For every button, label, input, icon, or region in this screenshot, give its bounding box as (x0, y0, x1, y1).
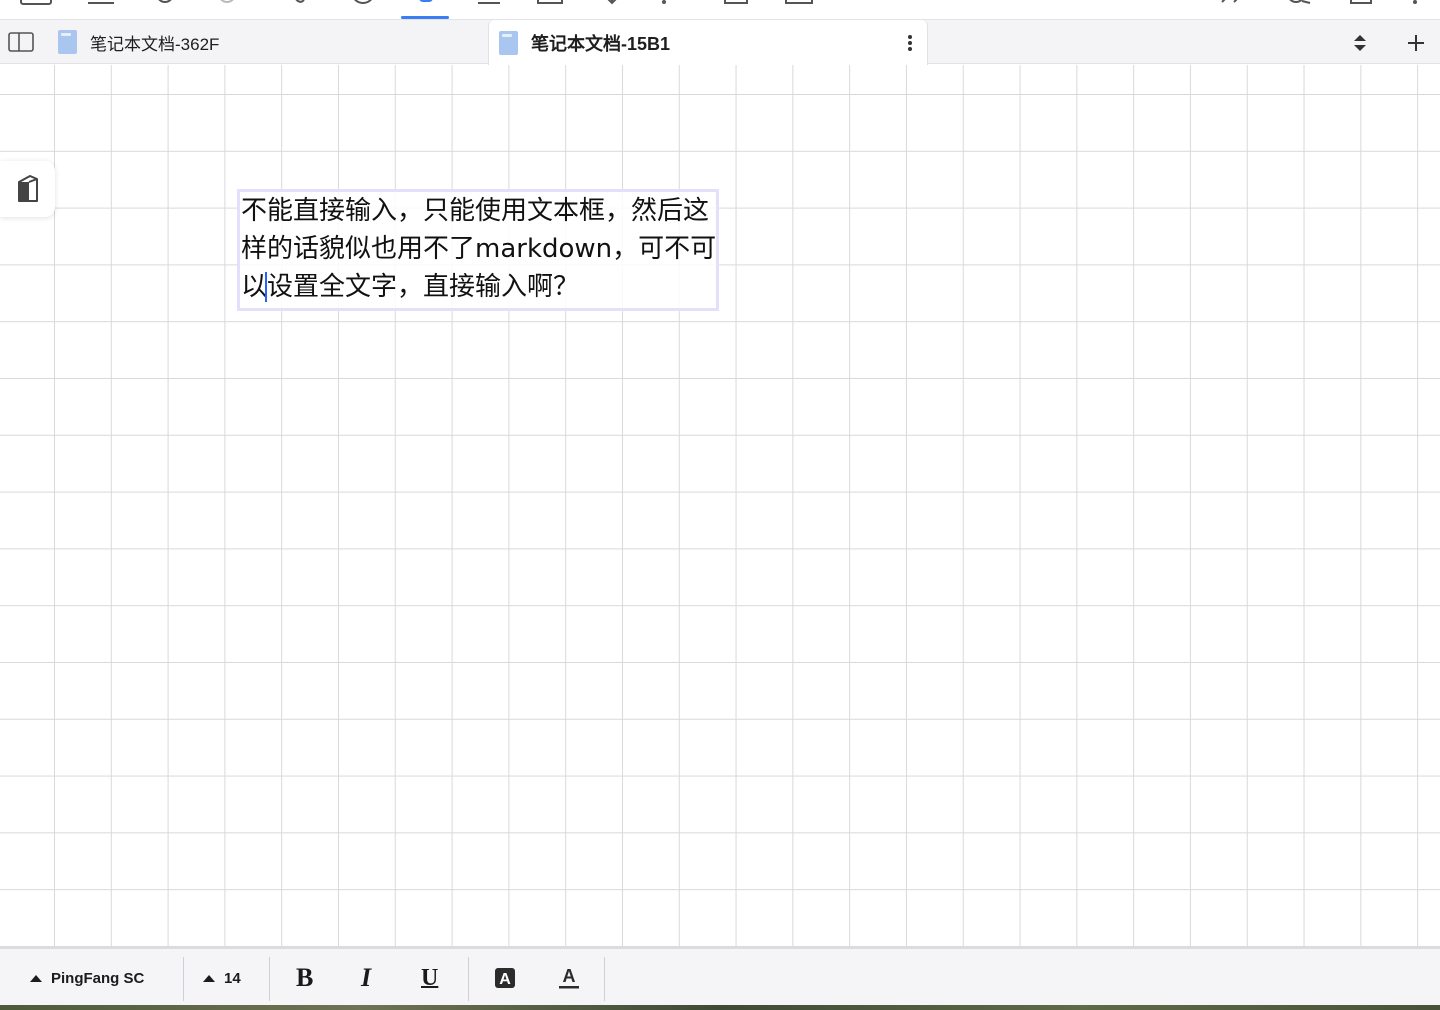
underline-button[interactable]: U (421, 949, 438, 1007)
notebook-document-icon (499, 30, 518, 55)
tab-bar: 笔记本文档-362F 笔记本文档-15B1 (0, 20, 1440, 65)
toolbar-image-icon[interactable] (537, 0, 563, 6)
toolbar-pointer-icon[interactable] (658, 0, 670, 6)
format-bar: PingFang SC 14 B I U A A (0, 947, 1440, 1005)
font-family-picker[interactable]: PingFang SC (30, 949, 144, 1007)
toolbar-list-icon[interactable] (88, 0, 114, 6)
text-color-icon: A (559, 966, 579, 989)
desktop-background (0, 1005, 1440, 1010)
toolbar-lines-icon[interactable] (478, 0, 500, 6)
divider (269, 957, 270, 1001)
note-canvas[interactable] (0, 65, 1440, 947)
toolbar-layout-icon[interactable] (20, 0, 52, 6)
tab-label: 笔记本文档-15B1 (531, 33, 671, 54)
toolbar-circle-icon[interactable] (350, 0, 376, 6)
vertical-ellipsis-icon[interactable] (907, 34, 913, 52)
toolbar-keyboard-icon[interactable] (785, 0, 813, 6)
toolbar-page-icon[interactable] (1350, 0, 1372, 6)
text-line: 以设置全文字，直接输入啊？ (241, 272, 580, 302)
toolbar-eraser-icon[interactable] (218, 0, 236, 6)
divider (183, 957, 184, 1001)
toolbar-download-icon[interactable] (603, 0, 621, 6)
divider (468, 957, 469, 1001)
up-down-chevron-icon[interactable] (1350, 32, 1370, 54)
active-tool-indicator (401, 16, 449, 19)
tab-notebook-15b1[interactable]: 笔记本文档-15B1 (488, 20, 928, 65)
italic-button[interactable]: I (361, 949, 371, 1007)
toolbar-text-icon[interactable] (417, 0, 435, 6)
text-line: 样的话貌似也用不了markdown，可不可 (241, 234, 717, 264)
text-line: 不能直接输入，只能使用文本框，然后这 (241, 196, 710, 226)
top-toolbar (0, 0, 1440, 20)
side-panel-button[interactable] (0, 161, 55, 217)
notebook-document-icon (58, 30, 77, 54)
toolbar-more-icon[interactable] (1410, 0, 1420, 6)
text-color-button[interactable]: A (558, 949, 580, 1007)
triangle-up-icon (203, 974, 215, 982)
plus-icon[interactable] (1405, 32, 1427, 54)
text-highlight-icon: A (495, 968, 515, 988)
toolbar-search-icon[interactable] (1284, 0, 1312, 6)
tab-notebook-362f[interactable]: 笔记本文档-362F (48, 20, 488, 64)
sidebar-toggle-icon[interactable] (8, 32, 34, 52)
toolbar-magic-icon[interactable] (1220, 0, 1248, 6)
notebook-icon (17, 175, 38, 202)
divider (604, 957, 605, 1001)
tab-label: 笔记本文档-362F (90, 34, 220, 54)
svg-text:A: A (499, 971, 511, 988)
toolbar-shape-icon[interactable] (724, 0, 748, 6)
text-box-content[interactable]: 不能直接输入，只能使用文本框，然后这 样的话貌似也用不了markdown，可不可… (241, 192, 717, 306)
font-size-picker[interactable]: 14 (203, 949, 241, 1007)
font-size-label: 14 (224, 969, 241, 987)
text-caret (265, 272, 267, 302)
svg-text:A: A (563, 966, 576, 986)
font-family-label: PingFang SC (51, 969, 145, 987)
text-highlight-button[interactable]: A (494, 949, 516, 1007)
bold-button[interactable]: B (296, 949, 313, 1007)
text-box[interactable]: 不能直接输入，只能使用文本框，然后这 样的话貌似也用不了markdown，可不可… (237, 189, 719, 311)
toolbar-lasso-icon[interactable] (290, 0, 306, 6)
toolbar-clock-icon[interactable] (156, 0, 174, 6)
triangle-up-icon (30, 974, 42, 982)
